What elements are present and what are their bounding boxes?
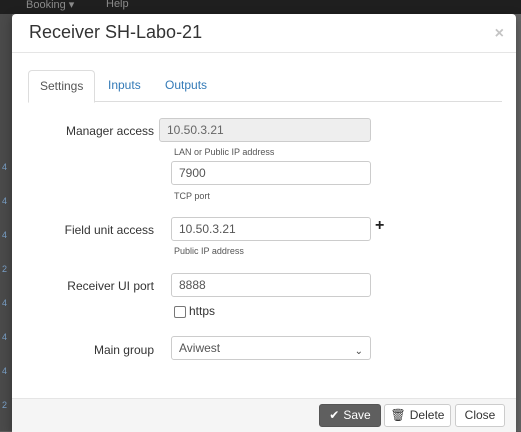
manager-address-help: LAN or Public IP address bbox=[174, 147, 275, 157]
chevron-down-icon: ⌄ bbox=[354, 346, 363, 357]
manager-address-input[interactable]: 10.50.3.21 bbox=[159, 118, 371, 142]
manager-port-input[interactable]: 7900 bbox=[171, 161, 371, 185]
main-group-selected-value: Aviwest bbox=[179, 341, 221, 355]
save-label: Save bbox=[343, 408, 371, 422]
plus-icon[interactable]: + bbox=[375, 217, 384, 235]
receiver-modal: Receiver SH-Labo-21 × Settings Inputs Ou… bbox=[12, 14, 516, 432]
modal-footer: ✔ Save 🗑 Delete Close bbox=[12, 398, 516, 432]
close-icon[interactable]: × bbox=[495, 25, 504, 43]
field-unit-help: Public IP address bbox=[174, 246, 244, 256]
field-unit-access-label: Field unit access bbox=[64, 223, 154, 237]
tab-settings[interactable]: Settings bbox=[28, 70, 96, 103]
main-group-select[interactable]: Aviwest ⌄ bbox=[171, 336, 371, 360]
modal-title: Receiver SH-Labo-21 bbox=[29, 22, 203, 42]
delete-button[interactable]: 🗑 Delete bbox=[384, 404, 451, 427]
tab-inputs[interactable]: Inputs bbox=[108, 70, 141, 100]
tab-outputs[interactable]: Outputs bbox=[165, 70, 207, 100]
manager-port-help: TCP port bbox=[174, 191, 210, 201]
modal-header: Receiver SH-Labo-21 × bbox=[12, 14, 516, 53]
close-button[interactable]: Close bbox=[455, 404, 505, 427]
trash-icon: 🗑 bbox=[390, 408, 406, 422]
tab-bar: Settings Inputs Outputs bbox=[28, 70, 502, 103]
field-unit-address-input[interactable]: 10.50.3.21 bbox=[171, 217, 371, 241]
save-button[interactable]: ✔ Save bbox=[319, 404, 381, 427]
background-left-strip: 444 244 42 bbox=[0, 14, 12, 431]
delete-label: Delete bbox=[409, 408, 445, 422]
https-checkbox[interactable] bbox=[174, 306, 186, 318]
nav-item-booking: Booking ▾ bbox=[26, 0, 75, 11]
background-navbar: Booking ▾ Help bbox=[0, 0, 521, 14]
nav-item-help: Help bbox=[106, 0, 129, 10]
main-group-label: Main group bbox=[93, 343, 154, 357]
receiver-ui-port-label: Receiver UI port bbox=[67, 279, 154, 293]
check-icon: ✔ bbox=[329, 408, 340, 422]
manager-access-label: Manager access bbox=[65, 124, 154, 138]
https-label: https bbox=[189, 304, 216, 318]
receiver-ui-port-input[interactable]: 8888 bbox=[171, 273, 371, 297]
